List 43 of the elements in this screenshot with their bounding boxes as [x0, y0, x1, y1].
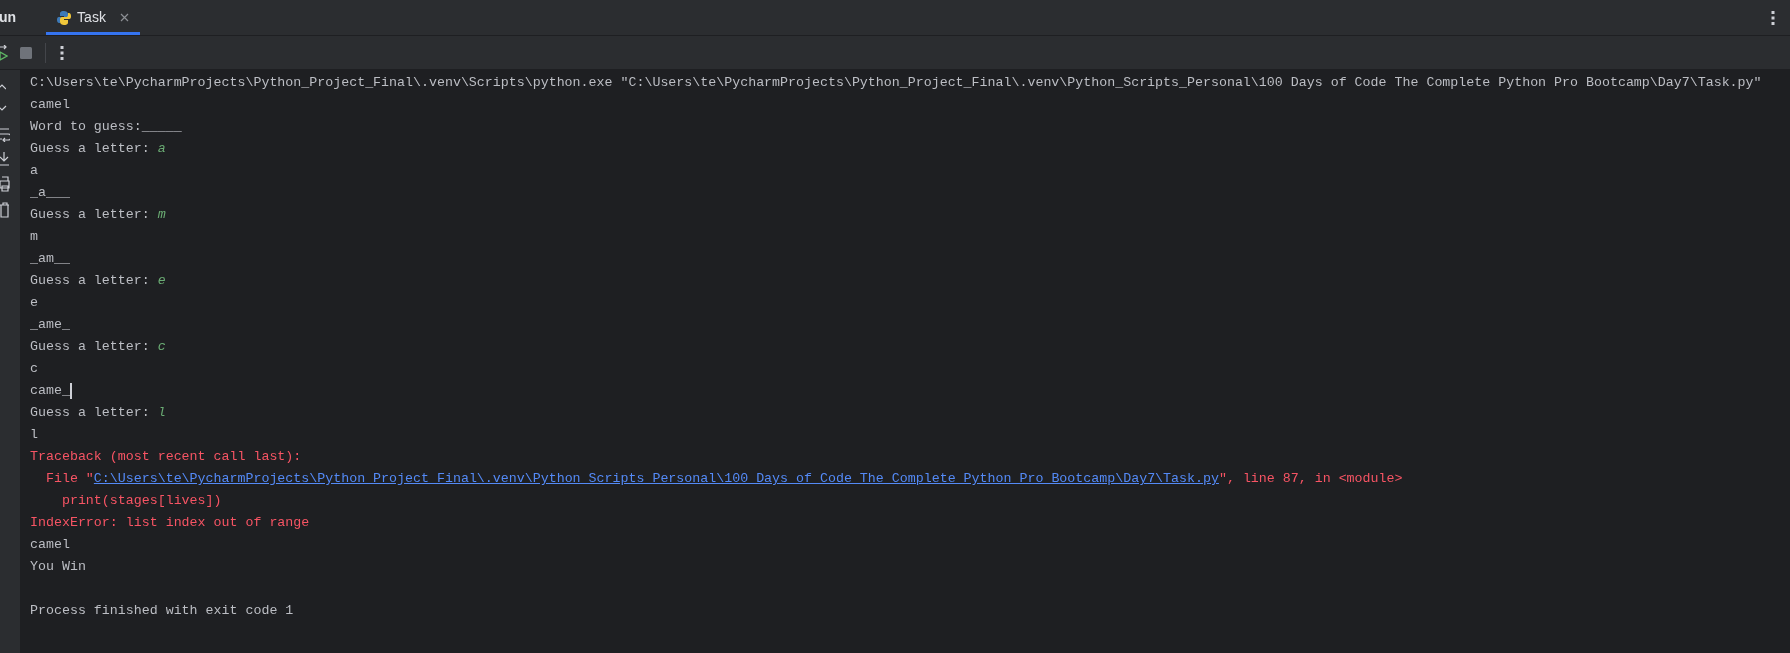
close-icon[interactable] [119, 13, 129, 22]
output-line: camel [30, 96, 70, 114]
output-line: Process finished with exit code 1 [30, 602, 294, 620]
output-line: _am__ [30, 250, 70, 268]
input-text: a [157, 140, 166, 158]
output-line: c [30, 360, 38, 378]
output-line: camel [30, 536, 70, 554]
tool-window-title: un [0, 8, 17, 27]
output-line: m [30, 228, 38, 246]
output-line: e [30, 294, 38, 312]
command-line: C:\Users\te\PycharmProjects\Python_Project_Final\.venv\Scripts\python.exe "C:\Users\te\PycharmProjects\Python_Project_Final\.venv\Python_Scripts_Personal\100 Days of Code The Complete Python Pro Bootcamp\Day7\Task.py" [30, 74, 1762, 92]
output-line: came_ [30, 382, 70, 400]
prompt-text: Guess a letter: [30, 140, 151, 158]
prompt-text: Guess a letter: [30, 206, 151, 224]
print-icon[interactable] [0, 176, 10, 192]
error-line: IndexError: list index out of range [30, 514, 310, 532]
prompt-text: Guess a letter: [30, 338, 151, 356]
error-line: print(stages[lives]) [60, 492, 222, 510]
python-icon [57, 10, 72, 25]
output-line: _a___ [30, 184, 70, 202]
soft-wrap-icon[interactable] [0, 126, 10, 142]
output-line: l [30, 426, 38, 444]
input-text: m [157, 206, 166, 224]
scroll-to-end-icon[interactable] [0, 152, 10, 166]
input-text: c [157, 338, 166, 356]
trash-icon[interactable] [0, 202, 10, 218]
rerun-icon[interactable] [0, 44, 8, 61]
input-text: l [157, 404, 166, 422]
scroll-up-icon[interactable] [0, 82, 6, 92]
file-link[interactable]: C:\Users\te\PycharmProjects\Python_Project_Final\.venv\Python_Scripts_Personal\100 Days of Code The Complete Python Pro Bootcamp\Day7\Task.py [93, 468, 1219, 490]
output-line: a [30, 162, 38, 180]
output-line: _ame_ [30, 316, 70, 334]
input-text: e [157, 272, 166, 290]
output-line: Word to guess:_____ [30, 118, 182, 136]
prompt-text: Guess a letter: [30, 404, 151, 422]
prompt-text: Guess a letter: [30, 272, 151, 290]
output-line: You Win [30, 558, 86, 576]
stop-icon[interactable] [20, 46, 32, 59]
more-options-icon[interactable] [1771, 10, 1775, 25]
error-text: ", line 87, in <module> [1218, 470, 1403, 488]
error-line: Traceback (most recent call last): [30, 448, 302, 466]
error-text: File " [44, 470, 94, 488]
more-options-icon[interactable] [60, 45, 64, 60]
